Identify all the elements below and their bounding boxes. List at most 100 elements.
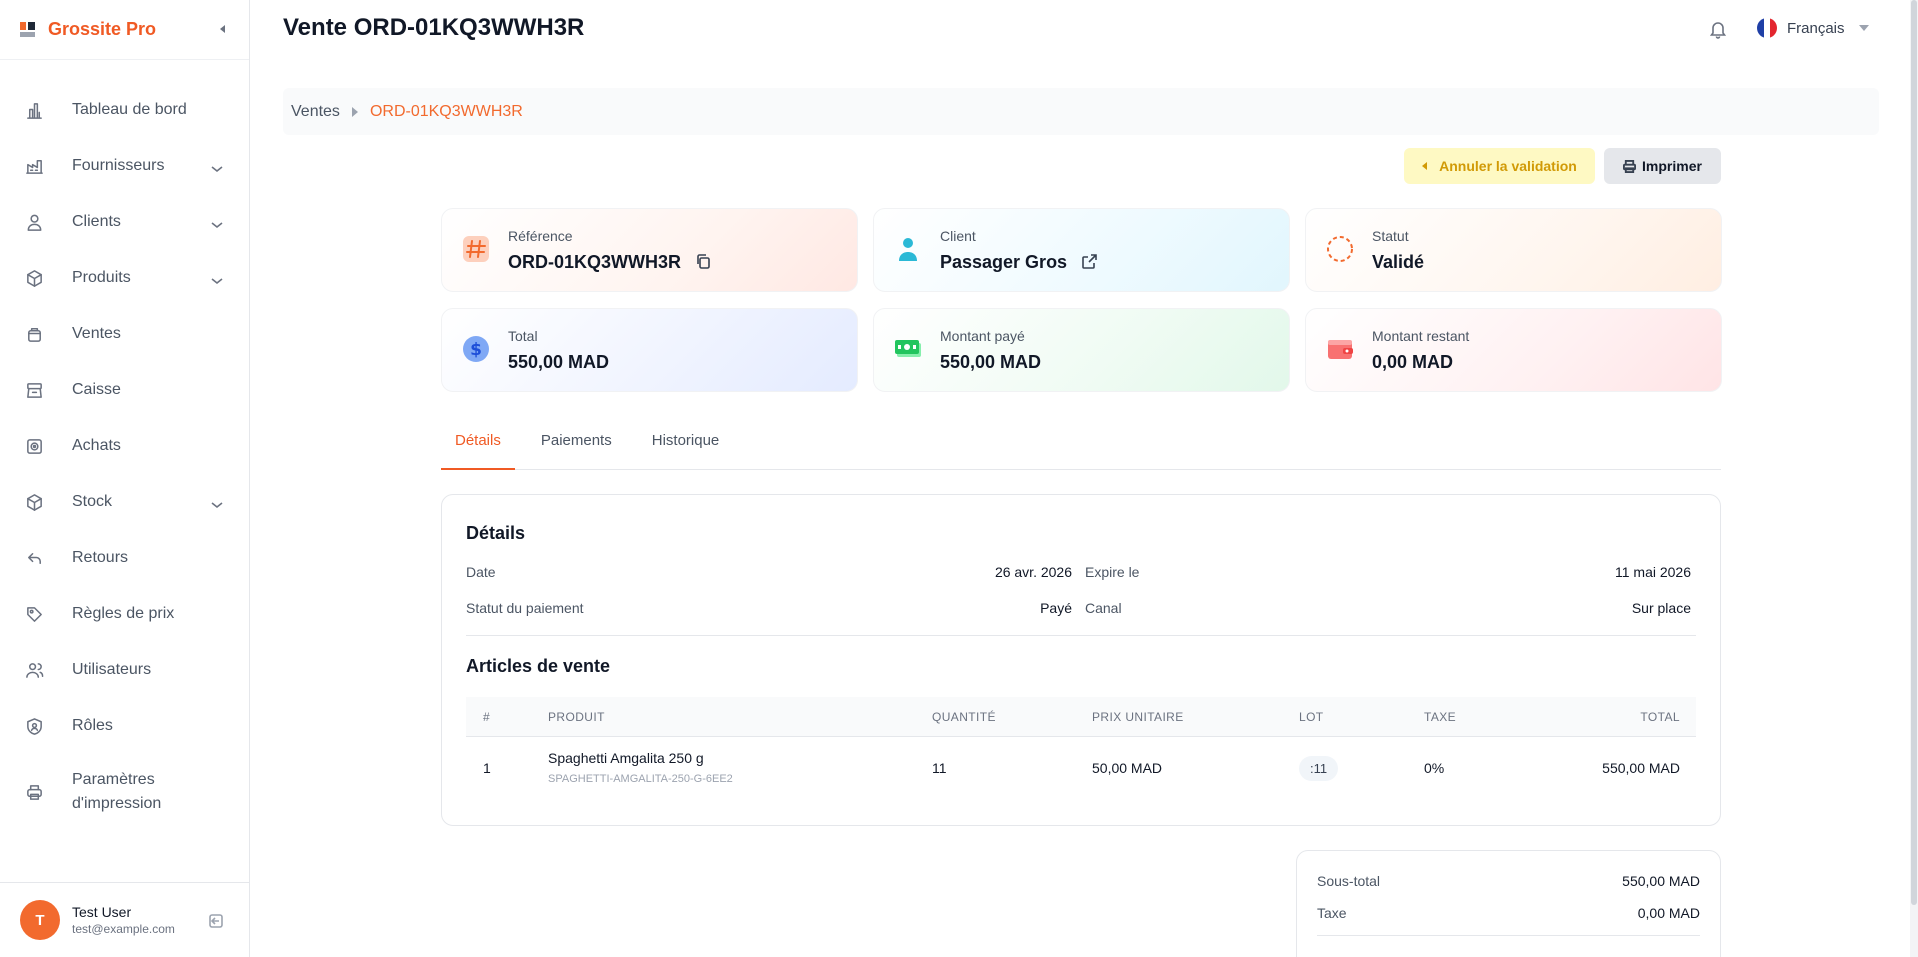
paid-label: Montant payé: [940, 327, 1025, 344]
items-title: Articles de vente: [466, 656, 611, 676]
users-icon: [24, 660, 44, 680]
tax-value: 0,00 MAD: [1637, 905, 1700, 921]
copy-icon[interactable]: [695, 253, 712, 270]
language-selector[interactable]: Français: [1757, 18, 1869, 38]
print-button[interactable]: Imprimer: [1604, 148, 1721, 184]
unit-price-cell: 50,00 MAD: [1092, 760, 1163, 776]
sidebar-item-label: Ventes: [72, 325, 121, 342]
sidebar-item-roles[interactable]: Rôles: [0, 698, 249, 754]
sidebar-item-users[interactable]: Utilisateurs: [0, 642, 249, 698]
caret-down-icon: [1858, 25, 1869, 31]
external-link-icon[interactable]: [1081, 253, 1098, 270]
column-header: TAXE: [1424, 709, 1457, 724]
column-header: PRODUIT: [548, 709, 605, 724]
product-cell: Spaghetti Amgalita 250 g SPAGHETTI-AMGAL…: [548, 749, 932, 787]
client-label: Client: [940, 227, 976, 244]
chevron-down-icon[interactable]: [211, 497, 223, 515]
row-number: 1: [483, 760, 491, 776]
payment-status-value: Payé: [1040, 600, 1072, 616]
chevron-down-icon[interactable]: [211, 217, 223, 235]
chart-bar-icon: [24, 100, 44, 120]
box-icon: [24, 492, 44, 512]
reference-value: ORD-01KQ3WWH3R: [508, 251, 682, 272]
sidebar-item-label: Rôles: [72, 717, 113, 734]
date-value: 26 avr. 2026: [994, 564, 1072, 580]
details-title: Détails: [466, 523, 526, 543]
sidebar-item-returns[interactable]: Retours: [0, 530, 249, 586]
sidebar-item-label: Caisse: [72, 381, 121, 398]
client-card: Client Passager Gros: [873, 208, 1290, 292]
sidebar-item-print-settings[interactable]: Paramètres d'impression: [0, 758, 249, 826]
scrollbar-thumb[interactable]: [1911, 0, 1917, 905]
total-card: $ Total 550,00 MAD: [441, 308, 858, 392]
remaining-card: Montant restant 0,00 MAD: [1305, 308, 1722, 392]
reference-card: Référence ORD-01KQ3WWH3R: [441, 208, 858, 292]
app-name: Grossite Pro: [48, 19, 157, 39]
tag-icon: [24, 604, 44, 624]
user-profile[interactable]: T Test User test@example.com: [0, 882, 250, 957]
sidebar-item-products[interactable]: Produits: [0, 250, 249, 306]
avatar: T: [20, 900, 60, 940]
cancel-validation-label: Annuler la validation: [1439, 158, 1577, 174]
logout-icon[interactable]: [208, 913, 224, 934]
user-icon: [894, 235, 922, 263]
sidebar-item-clients[interactable]: Clients: [0, 194, 249, 250]
sidebar-item-label: Retours: [72, 549, 129, 566]
remaining-value: 0,00 MAD: [1372, 351, 1454, 372]
user-icon: [24, 212, 44, 232]
lot-badge: :11: [1299, 755, 1339, 781]
collapse-sidebar-icon[interactable]: [220, 25, 225, 33]
page-scrollbar[interactable]: [1910, 0, 1918, 957]
sidebar-item-label: Tableau de bord: [72, 101, 187, 118]
lot-cell: :11: [1299, 755, 1424, 781]
vault-icon: [24, 436, 44, 456]
user-name: Test User: [72, 904, 132, 920]
status-card: Statut Validé: [1305, 208, 1722, 292]
sidebar-item-sales[interactable]: Ventes: [0, 306, 249, 362]
cancel-validation-button[interactable]: Annuler la validation: [1404, 148, 1595, 184]
main-content: Vente ORD-01KQ3WWH3R Français Ventes ORD…: [251, 0, 1918, 957]
channel-row: Canal Sur place: [1085, 600, 1691, 616]
caret-left-icon: [1422, 162, 1428, 170]
sidebar-item-dashboard[interactable]: Tableau de bord: [0, 82, 249, 138]
printer-icon: [1623, 159, 1637, 173]
breadcrumb-parent[interactable]: Ventes: [291, 103, 340, 121]
divider: [466, 635, 1696, 636]
sidebar-item-stock[interactable]: Stock: [0, 474, 249, 530]
tab-details[interactable]: Détails: [441, 420, 515, 470]
chevron-down-icon[interactable]: [211, 273, 223, 291]
date-label: Date: [466, 564, 496, 580]
paid-card: Montant payé 550,00 MAD: [873, 308, 1290, 392]
sidebar-item-cash-register[interactable]: Caisse: [0, 362, 249, 418]
shield-icon: [24, 716, 44, 736]
column-header: PRIX UNITAIRE: [1092, 709, 1184, 724]
money-icon: [894, 335, 922, 363]
column-header: LOT: [1299, 709, 1324, 724]
cube-icon: [24, 268, 44, 288]
column-header: QUANTITÉ: [932, 709, 996, 724]
sidebar-nav: Tableau de bord Fournisseurs Clients Pro…: [0, 60, 249, 826]
chevron-down-icon[interactable]: [211, 161, 223, 179]
sidebar-item-price-rules[interactable]: Règles de prix: [0, 586, 249, 642]
channel-label: Canal: [1085, 600, 1122, 616]
return-arrow-icon: [24, 548, 44, 568]
channel-value: Sur place: [1631, 600, 1691, 616]
tab-history[interactable]: Historique: [638, 420, 734, 470]
remaining-label: Montant restant: [1372, 327, 1470, 344]
column-header: #: [483, 709, 491, 724]
sidebar-item-suppliers[interactable]: Fournisseurs: [0, 138, 249, 194]
breadcrumb-separator-icon: [351, 106, 358, 117]
dashed-circle-icon: [1326, 235, 1354, 263]
sidebar-item-label: Stock: [72, 493, 113, 510]
printer-icon: [24, 782, 44, 802]
total-value: 550,00 MAD: [508, 351, 610, 372]
bell-icon[interactable]: [1708, 19, 1728, 44]
status-value: Validé: [1372, 251, 1425, 272]
sidebar-item-label: Paramètres d'impression: [72, 771, 162, 812]
basket-icon: [24, 324, 44, 344]
table-row: 1 Spaghetti Amgalita 250 g SPAGHETTI-AMG…: [466, 737, 1696, 799]
sidebar-item-label: Utilisateurs: [72, 661, 152, 678]
table-header: # PRODUIT QUANTITÉ PRIX UNITAIRE LOT TAX…: [466, 697, 1696, 737]
sidebar-item-purchases[interactable]: Achats: [0, 418, 249, 474]
tab-payments[interactable]: Paiements: [527, 420, 626, 470]
